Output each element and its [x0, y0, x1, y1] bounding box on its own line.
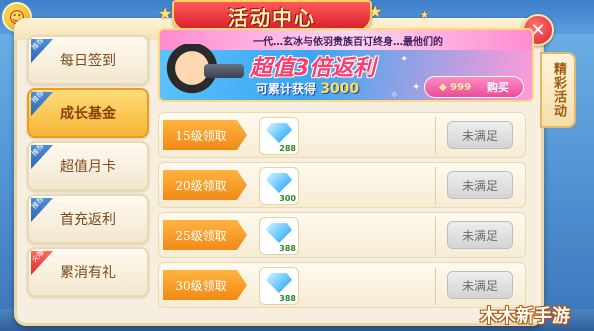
claim-button[interactable]: 未满足 — [447, 271, 513, 299]
sparkle-icon: ✧ — [390, 90, 399, 101]
star-icon: ★ — [158, 4, 173, 23]
level-label: 25级领取 — [175, 228, 227, 243]
level-ribbon: 30级领取 — [163, 270, 247, 300]
nav-item-monthly-card[interactable]: 推荐 超值月卡 — [27, 141, 149, 191]
star-icon: ★ — [368, 2, 383, 21]
reward-quantity: 388 — [279, 294, 296, 303]
sparkle-icon: ✦ — [412, 82, 421, 93]
nav-item-daily-signin[interactable]: 推荐 每日签到 — [27, 35, 149, 85]
page-title: 活动中心 — [228, 5, 316, 30]
claim-button[interactable]: 未满足 — [447, 171, 513, 199]
reward-slot[interactable]: 388 — [259, 267, 299, 305]
reward-slot[interactable]: 388 — [259, 217, 299, 255]
row-divider — [435, 117, 436, 155]
reward-slot[interactable]: 288 — [259, 117, 299, 155]
diamond-icon — [266, 173, 292, 193]
diamond-icon — [266, 223, 292, 243]
diamond-icon — [266, 273, 292, 293]
nav-item-spend-reward[interactable]: 火爆 累消有礼 — [27, 247, 149, 297]
claim-status: 未满足 — [461, 178, 498, 193]
claim-button[interactable]: 未满足 — [447, 221, 513, 249]
watermark: 木木新手游 — [480, 306, 570, 327]
promo-sub-amount: 3000 — [320, 81, 360, 97]
nav-item-label: 每日签到 — [60, 53, 116, 69]
claim-button[interactable]: 未满足 — [447, 121, 513, 149]
level-label: 20级领取 — [175, 178, 227, 193]
reward-row: 15级领取 288 未满足 — [158, 112, 526, 158]
reward-quantity: 288 — [279, 144, 296, 153]
reward-row: 25级领取 388 未满足 — [158, 212, 526, 258]
buy-price: ◆ 999 — [438, 81, 472, 93]
star-icon: ★ — [420, 10, 429, 21]
reward-row: 20级领取 300 未满足 — [158, 162, 526, 208]
buy-button[interactable]: ◆ 999 购买 — [424, 76, 524, 98]
row-divider — [435, 167, 436, 205]
reward-quantity: 388 — [279, 244, 296, 253]
promo-headline: 超值3倍返利 — [250, 56, 376, 81]
nav-item-label: 成长基金 — [60, 106, 116, 122]
side-tab-label: 精彩活动 — [551, 62, 566, 118]
activity-nav: 推荐 每日签到 推荐 成长基金 推荐 超值月卡 推荐 首充返利 火爆 累消有礼 — [27, 35, 149, 327]
level-ribbon: 15级领取 — [163, 120, 247, 150]
claim-status: 未满足 — [461, 128, 498, 143]
promo-subtext: 可累计获得 3000 — [256, 80, 359, 97]
reward-row: 30级领取 388 未满足 — [158, 262, 526, 308]
promo-top-text: 一代…玄冰与依羽贵族百订终身…最他们的 — [253, 36, 443, 48]
gun-icon — [204, 64, 244, 78]
nav-item-growth-fund[interactable]: 推荐 成长基金 — [27, 88, 149, 138]
row-divider — [435, 217, 436, 255]
price-value: 999 — [450, 81, 472, 93]
promo-sub-prefix: 可累计获得 — [256, 82, 317, 96]
row-divider — [435, 267, 436, 305]
nav-item-label: 超值月卡 — [60, 159, 116, 175]
buy-label: 购买 — [487, 81, 509, 94]
nav-item-label: 累消有礼 — [60, 265, 116, 281]
sparkle-icon: ✦ — [400, 54, 409, 65]
diamond-icon — [266, 123, 292, 143]
claim-status: 未满足 — [461, 228, 498, 243]
tab-featured-activities[interactable]: 精彩活动 — [540, 52, 576, 128]
level-ribbon: 20级领取 — [163, 170, 247, 200]
promo-banner: 一代…玄冰与依羽贵族百订终身…最他们的 超值3倍返利 可累计获得 3000 ◆ … — [158, 28, 534, 102]
level-label: 15级领取 — [175, 128, 227, 143]
level-ribbon: 25级领取 — [163, 220, 247, 250]
reward-quantity: 300 — [279, 194, 296, 203]
level-label: 30级领取 — [175, 278, 227, 293]
nav-item-label: 首充返利 — [60, 212, 116, 228]
nav-item-first-recharge[interactable]: 推荐 首充返利 — [27, 194, 149, 244]
reward-slot[interactable]: 300 — [259, 167, 299, 205]
claim-status: 未满足 — [461, 278, 498, 293]
